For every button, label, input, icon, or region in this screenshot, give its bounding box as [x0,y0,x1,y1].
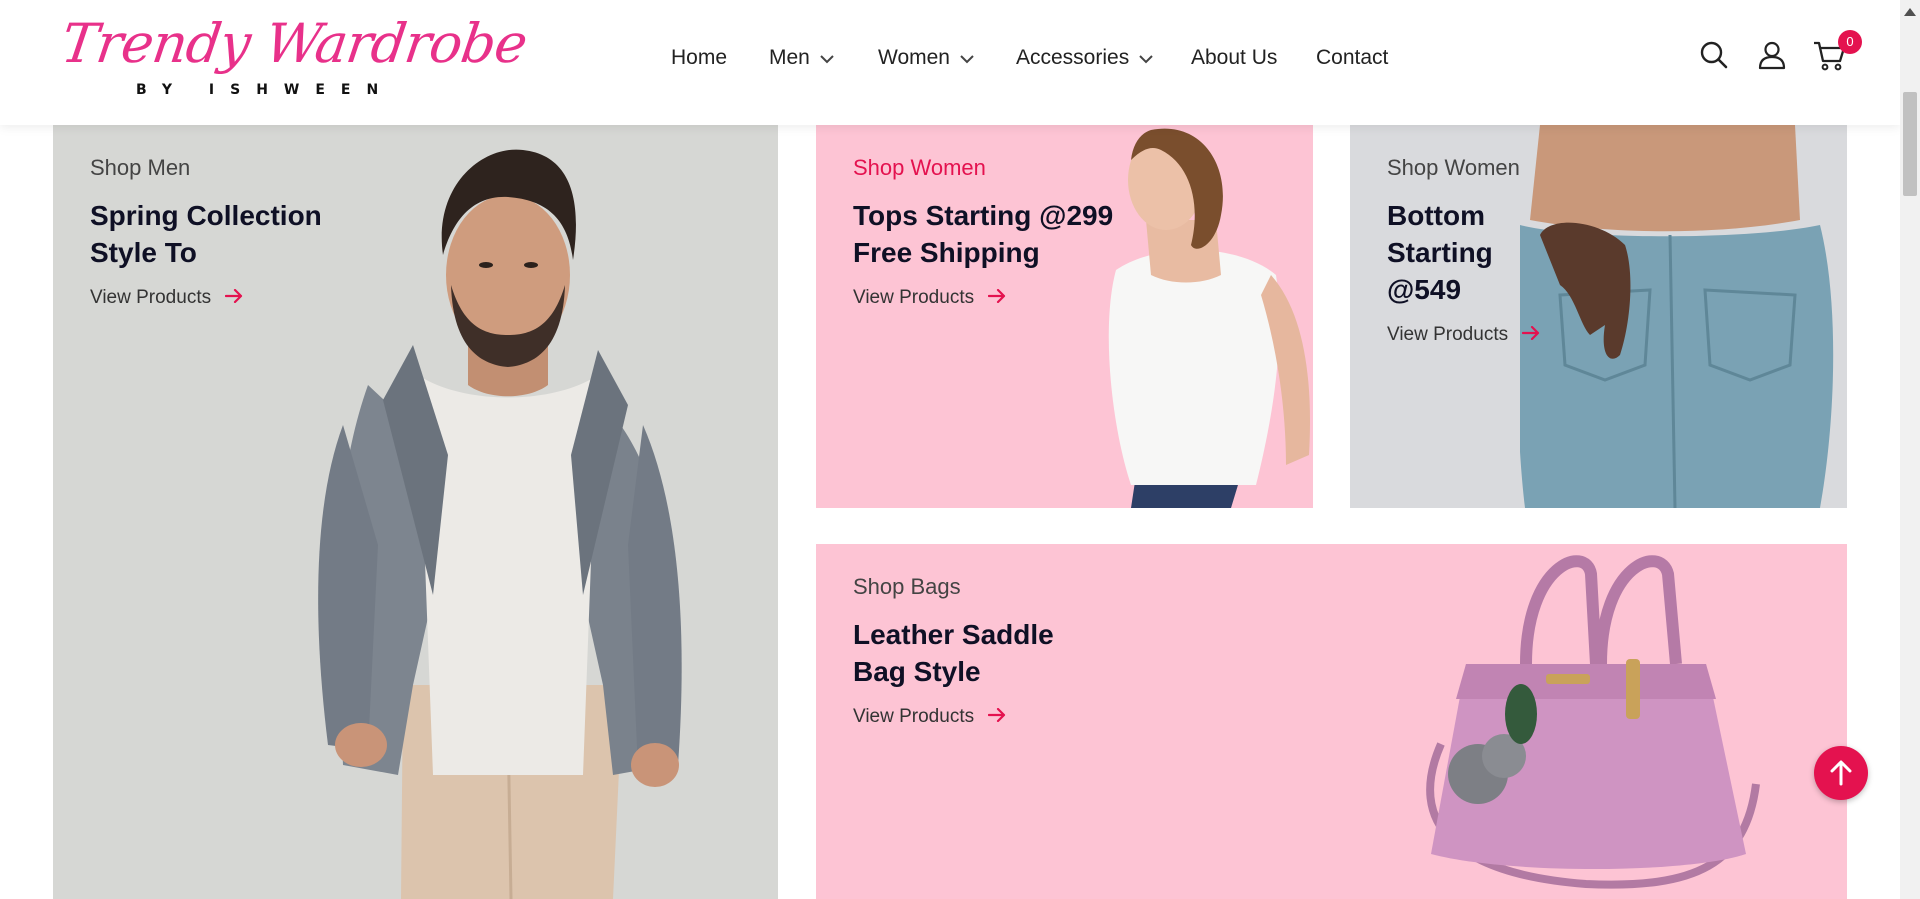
view-products-link[interactable]: View Products [853,706,1054,728]
handbag-image [1426,555,1760,889]
promo-text-bottoms: Shop Women Bottom Starting @549 View Pro… [1387,155,1540,346]
promo-title-line: @549 [1387,274,1462,305]
search-icon[interactable] [1699,40,1729,72]
nav-item-label: Women [878,46,950,69]
promo-title: Tops Starting @299 Free Shipping [853,197,1113,271]
nav-item-home[interactable]: Home [671,38,727,78]
promo-text-men: Shop Men Spring Collection Style To View… [90,155,322,309]
promo-kicker: Shop Women [1387,155,1520,180]
view-products-label: View Products [90,287,212,309]
arrow-right-icon [225,287,243,309]
nav-item-contact[interactable]: Contact [1316,38,1388,78]
promo-text-tops: Shop Women Tops Starting @299 Free Shipp… [853,155,1113,309]
nav-item-label: Contact [1316,46,1389,69]
men-model-image [318,149,682,899]
promo-title: Bottom Starting @549 [1387,197,1540,308]
scrollbar-thumb[interactable] [1903,92,1917,196]
nav-item-men[interactable]: Men [769,38,834,78]
promo-card-bags[interactable]: Shop Bags Leather Saddle Bag Style View … [816,544,1847,899]
view-products-link[interactable]: View Products [1387,324,1540,346]
nav-item-label: Men [769,46,810,69]
promo-kicker: Shop Bags [853,574,961,599]
women-jeans-model-image [1520,125,1834,508]
promo-title-line: Leather Saddle [853,619,1054,650]
promo-card-bottoms[interactable]: Shop Women Bottom Starting @549 View Pro… [1350,125,1847,508]
arrow-right-icon [1522,324,1540,346]
chevron-down-icon [820,38,834,78]
promo-title-line: Spring Collection [90,200,322,231]
promo-title-line: Free Shipping [853,237,1040,268]
chevron-down-icon [960,38,974,78]
nav-item-label: Accessories [1016,46,1130,69]
view-products-link[interactable]: View Products [90,287,322,309]
promo-title-line: Starting [1387,237,1493,268]
nav-item-women[interactable]: Women [878,38,974,78]
nav-item-label: Home [671,46,728,69]
site-header: Trendy Wardrobe BY ISHWEEN Home Men Wome… [0,0,1900,125]
promo-title: Spring Collection Style To [90,197,322,271]
logo-subtitle: BY ISHWEEN [136,82,395,98]
promo-title-line: Bag Style [853,656,981,687]
promo-card-men[interactable]: Shop Men Spring Collection Style To View… [53,125,778,899]
promo-title-line: Tops Starting @299 [853,200,1114,231]
chevron-down-icon [1139,38,1153,78]
view-products-label: View Products [853,706,975,728]
back-to-top-button[interactable] [1814,746,1868,800]
view-products-link[interactable]: View Products [853,287,1113,309]
promo-title-line: Style To [90,237,197,268]
main-nav: Home Men Women Accessories About Us Cont… [0,38,1900,78]
promo-kicker: Shop Women [853,155,986,180]
view-products-label: View Products [1387,324,1509,346]
scroll-up-arrow-icon[interactable] [1904,3,1916,21]
cart-count-badge: 0 [1838,30,1862,54]
nav-item-label: About Us [1191,46,1278,69]
promo-card-tops[interactable]: Shop Women Tops Starting @299 Free Shipp… [816,125,1313,508]
arrow-right-icon [988,287,1006,309]
nav-item-about[interactable]: About Us [1191,38,1277,78]
promo-title-line: Bottom [1387,200,1485,231]
promo-kicker: Shop Men [90,155,191,180]
nav-item-accessories[interactable]: Accessories [1016,38,1153,78]
view-products-label: View Products [853,287,975,309]
user-icon[interactable] [1757,40,1787,72]
arrow-right-icon [988,706,1006,728]
arrow-up-icon [1830,760,1852,786]
promo-text-bags: Shop Bags Leather Saddle Bag Style View … [853,574,1054,728]
promo-title: Leather Saddle Bag Style [853,616,1054,690]
